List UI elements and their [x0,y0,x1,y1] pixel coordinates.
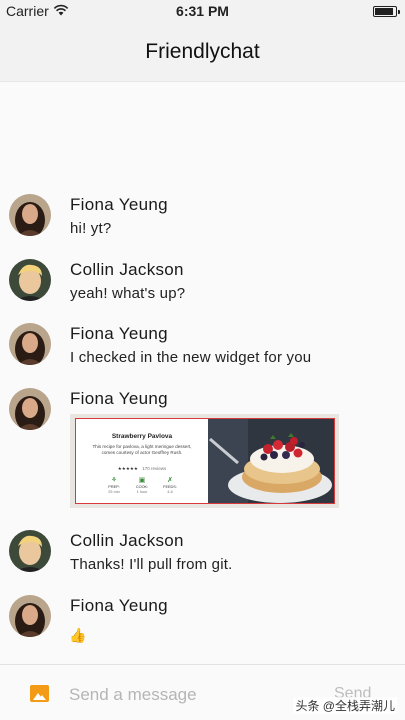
sender-name: Fiona Yeung [70,596,168,615]
recipe-title: Strawberry Pavlova [111,433,173,440]
sender-name: Fiona Yeung [70,195,168,214]
stat-value: 25 min [108,490,120,494]
app-title: Friendlychat [145,40,260,63]
stat-value: 4-6 [167,490,173,494]
recipe-details: Strawberry Pavlova This recipe for pavlo… [76,419,208,503]
recipe-description: This recipe for pavlova, a light meringu… [92,444,192,455]
feeds-stat: ✗ FEEDS: 4-6 [156,477,184,495]
sender-name: Fiona Yeung [70,389,168,408]
thumbs-up-icon: 👍 [69,627,87,643]
collin-avatar [9,530,51,572]
message-text: Thanks! I'll pull from git. [70,556,233,573]
app-bar: Friendlychat [0,22,405,82]
chat-screen: Carrier 6:31 PM Friendlychat Fiona Yeung… [0,0,405,720]
status-bar: Carrier 6:31 PM [0,0,405,22]
watermark: 头条 @全栈弄潮儿 [293,697,397,714]
rating-stars: ★★★★★ [117,466,138,471]
fiona-avatar [9,595,51,637]
fiona-avatar [9,388,51,430]
prep-stat: ⚘ PREP: 25 min [100,477,128,495]
message-input[interactable] [69,683,289,707]
image-picker-icon[interactable] [30,685,49,702]
cook-icon: ▣ [138,477,146,484]
battery-icon [373,6,400,17]
status-time: 6:31 PM [176,3,229,19]
fiona-avatar [9,323,51,365]
stat-label: FEEDS: [163,485,177,489]
feeds-icon: ✗ [167,477,173,484]
image-message[interactable]: Strawberry Pavlova This recipe for pavlo… [70,414,339,508]
message-text: I checked in the new widget for you [70,349,312,366]
stat-label: COOK: [135,485,149,489]
collin-avatar [9,259,51,301]
recipe-rating: ★★★★★ 170 reviews [76,466,208,472]
stat-value: 1 hour [136,490,148,494]
prep-icon: ⚘ [110,477,118,484]
message-text: yeah! what's up? [70,285,186,302]
sender-name: Collin Jackson [70,260,184,279]
message-text: hi! yt? [70,220,112,237]
pavlova-photo [208,419,334,503]
stat-label: PREP: [108,485,120,489]
sender-name: Fiona Yeung [70,324,168,343]
cook-stat: ▣ COOK: 1 hour [128,477,156,495]
sender-name: Collin Jackson [70,531,184,550]
fiona-avatar [9,194,51,236]
recipe-card: Strawberry Pavlova This recipe for pavlo… [75,418,335,504]
review-count: 170 reviews [142,466,167,471]
